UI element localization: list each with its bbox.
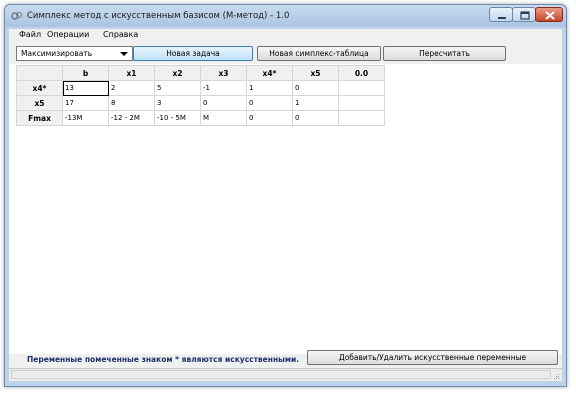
column-header: x2: [154, 65, 201, 81]
row-header: Fmax: [16, 110, 63, 126]
title-bar[interactable]: Симплекс метод с искусственным базисом (…: [5, 5, 566, 27]
table-cell[interactable]: 0: [292, 110, 339, 126]
table-cell[interactable]: 1: [292, 95, 339, 111]
table-cell[interactable]: [338, 80, 385, 96]
simplex-table: b x1 x2 x3 x4* x5 0.0 x4* 13 2 5 -1 1 0: [16, 65, 385, 126]
minimize-icon: [498, 17, 506, 19]
close-icon: [545, 11, 555, 20]
window-title: Симплекс метод с искусственным базисом (…: [27, 11, 290, 21]
status-pane: [11, 370, 551, 379]
table-cell[interactable]: -12 - 2M: [108, 110, 155, 126]
mode-select[interactable]: Максимизировать: [16, 46, 133, 61]
table-cell[interactable]: 0: [200, 95, 247, 111]
table-row: x4* 13 2 5 -1 1 0: [16, 80, 385, 96]
app-icon: [11, 12, 22, 20]
column-header: b: [62, 65, 109, 81]
minimize-button[interactable]: [489, 7, 513, 22]
maximize-icon: [520, 11, 530, 20]
menu-operations[interactable]: Операции: [47, 30, 89, 39]
menu-file[interactable]: Файл: [19, 30, 41, 39]
table-row: x5 17 8 3 0 0 1: [16, 95, 385, 111]
table-cell[interactable]: -10 - 5M: [154, 110, 201, 126]
column-header: x3: [200, 65, 247, 81]
corner-cell: [16, 65, 63, 81]
column-header: x4*: [246, 65, 293, 81]
table-cell[interactable]: 8: [108, 95, 155, 111]
table-cell[interactable]: 1: [246, 80, 293, 96]
table-cell[interactable]: 13: [62, 80, 109, 96]
table-row: Fmax -13M -12 - 2M -10 - 5M M 0 0: [16, 110, 385, 126]
mode-select-value: Максимизировать: [21, 49, 93, 58]
table-cell[interactable]: 0: [246, 110, 293, 126]
menu-help[interactable]: Справка: [103, 30, 138, 39]
recalculate-button[interactable]: Пересчитать: [383, 46, 506, 61]
table-cell[interactable]: 3: [154, 95, 201, 111]
toolbar: Максимизировать Новая задача Новая симпл…: [9, 42, 562, 64]
client-area: Максимизировать Новая задача Новая симпл…: [9, 42, 562, 381]
table-cell[interactable]: [338, 110, 385, 126]
row-header: x4*: [16, 80, 63, 96]
resize-grip-icon[interactable]: [552, 372, 560, 380]
toggle-artificial-variables-button[interactable]: Добавить/Удалить искусственные переменны…: [307, 350, 558, 365]
new-table-button[interactable]: Новая симплекс-таблица: [257, 46, 381, 61]
table-cell[interactable]: -1: [200, 80, 247, 96]
table-cell[interactable]: 17: [62, 95, 109, 111]
app-window: Симплекс метод с искусственным базисом (…: [4, 4, 567, 387]
row-header: x5: [16, 95, 63, 111]
table-cell[interactable]: 0: [292, 80, 339, 96]
menu-bar: Файл Операции Справка: [9, 29, 562, 42]
maximize-button[interactable]: [512, 7, 536, 22]
table-cell[interactable]: 0: [246, 95, 293, 111]
table-cell[interactable]: 5: [154, 80, 201, 96]
artificial-variables-note: Переменные помеченные знаком * являются …: [27, 355, 300, 364]
column-header: 0.0: [338, 65, 385, 81]
column-header: x1: [108, 65, 155, 81]
chevron-down-icon: [120, 52, 128, 56]
table-cell[interactable]: [338, 95, 385, 111]
simplex-grid-area: b x1 x2 x3 x4* x5 0.0 x4* 13 2 5 -1 1 0: [9, 64, 562, 354]
table-cell[interactable]: -13M: [62, 110, 109, 126]
table-cell[interactable]: M: [200, 110, 247, 126]
close-button[interactable]: [535, 7, 563, 22]
table-cell[interactable]: 2: [108, 80, 155, 96]
column-header: x5: [292, 65, 339, 81]
status-bar: [9, 368, 562, 381]
new-task-button[interactable]: Новая задача: [133, 46, 253, 61]
table-header-row: b x1 x2 x3 x4* x5 0.0: [16, 65, 385, 81]
